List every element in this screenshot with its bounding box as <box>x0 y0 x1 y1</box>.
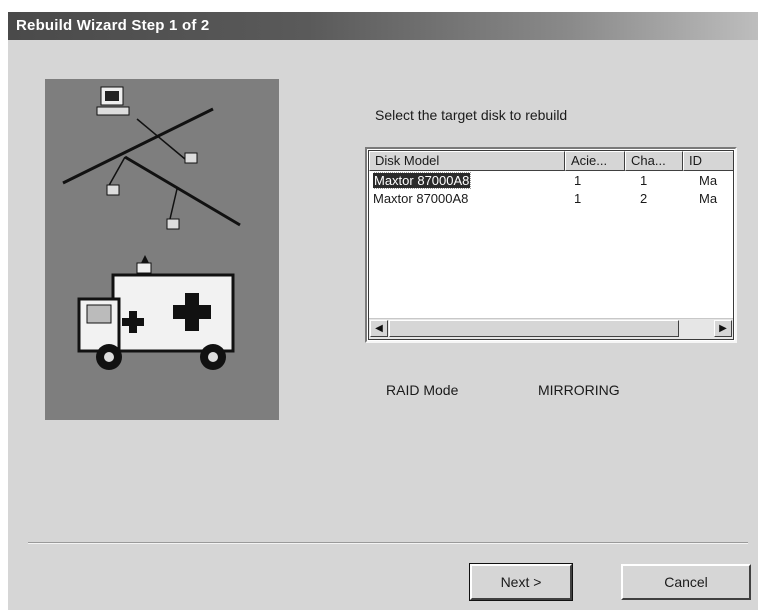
scroll-left-arrow-icon[interactable]: ◀ <box>370 320 388 337</box>
disk-model-cell: Maxtor 87000A8 <box>373 191 469 206</box>
column-header-id[interactable]: ID <box>683 151 733 171</box>
column-header-cha[interactable]: Cha... <box>625 151 683 171</box>
rebuild-wizard-window: Rebuild Wizard Step 1 of 2 Select the ta… <box>8 12 758 610</box>
wizard-illustration <box>45 79 279 420</box>
title-bar[interactable]: Rebuild Wizard Step 1 of 2 <box>8 12 758 40</box>
select-target-prompt: Select the target disk to rebuild <box>375 107 568 123</box>
disk-list-body[interactable]: Disk Model Acie... Cha... ID Maxtor 8700… <box>368 150 734 340</box>
horizontal-scrollbar[interactable]: ◀ ▶ <box>369 318 733 339</box>
id-cell: Ma <box>699 173 718 188</box>
table-row[interactable]: Maxtor 87000A8 1 2 Ma <box>369 190 733 208</box>
scrollbar-thumb[interactable] <box>389 320 679 337</box>
column-header-acie[interactable]: Acie... <box>565 151 625 171</box>
cancel-button[interactable]: Cancel <box>621 564 751 600</box>
window-title: Rebuild Wizard Step 1 of 2 <box>16 17 210 34</box>
table-row[interactable]: Maxtor 87000A8 1 1 Ma <box>369 172 733 190</box>
cha-cell: 1 <box>640 173 648 188</box>
acie-cell: 1 <box>574 191 582 206</box>
raid-mode-value: MIRRORING <box>538 382 620 398</box>
computer-icon <box>96 86 130 116</box>
footer-divider <box>28 542 748 544</box>
raid-mode-label: RAID Mode <box>386 382 459 398</box>
id-cell: Ma <box>699 191 718 206</box>
disk-model-cell: Maxtor 87000A8 <box>373 172 472 189</box>
acie-cell: 1 <box>574 173 582 188</box>
disk-list[interactable]: Disk Model Acie... Cha... ID Maxtor 8700… <box>365 147 737 343</box>
scroll-right-arrow-icon[interactable]: ▶ <box>714 320 732 337</box>
network-ambulance-illustration <box>62 86 241 370</box>
ambulance-icon <box>77 255 235 370</box>
next-button[interactable]: Next > <box>469 563 573 601</box>
list-header: Disk Model Acie... Cha... ID <box>369 151 733 171</box>
column-header-disk-model[interactable]: Disk Model <box>369 151 565 171</box>
cha-cell: 2 <box>640 191 648 206</box>
